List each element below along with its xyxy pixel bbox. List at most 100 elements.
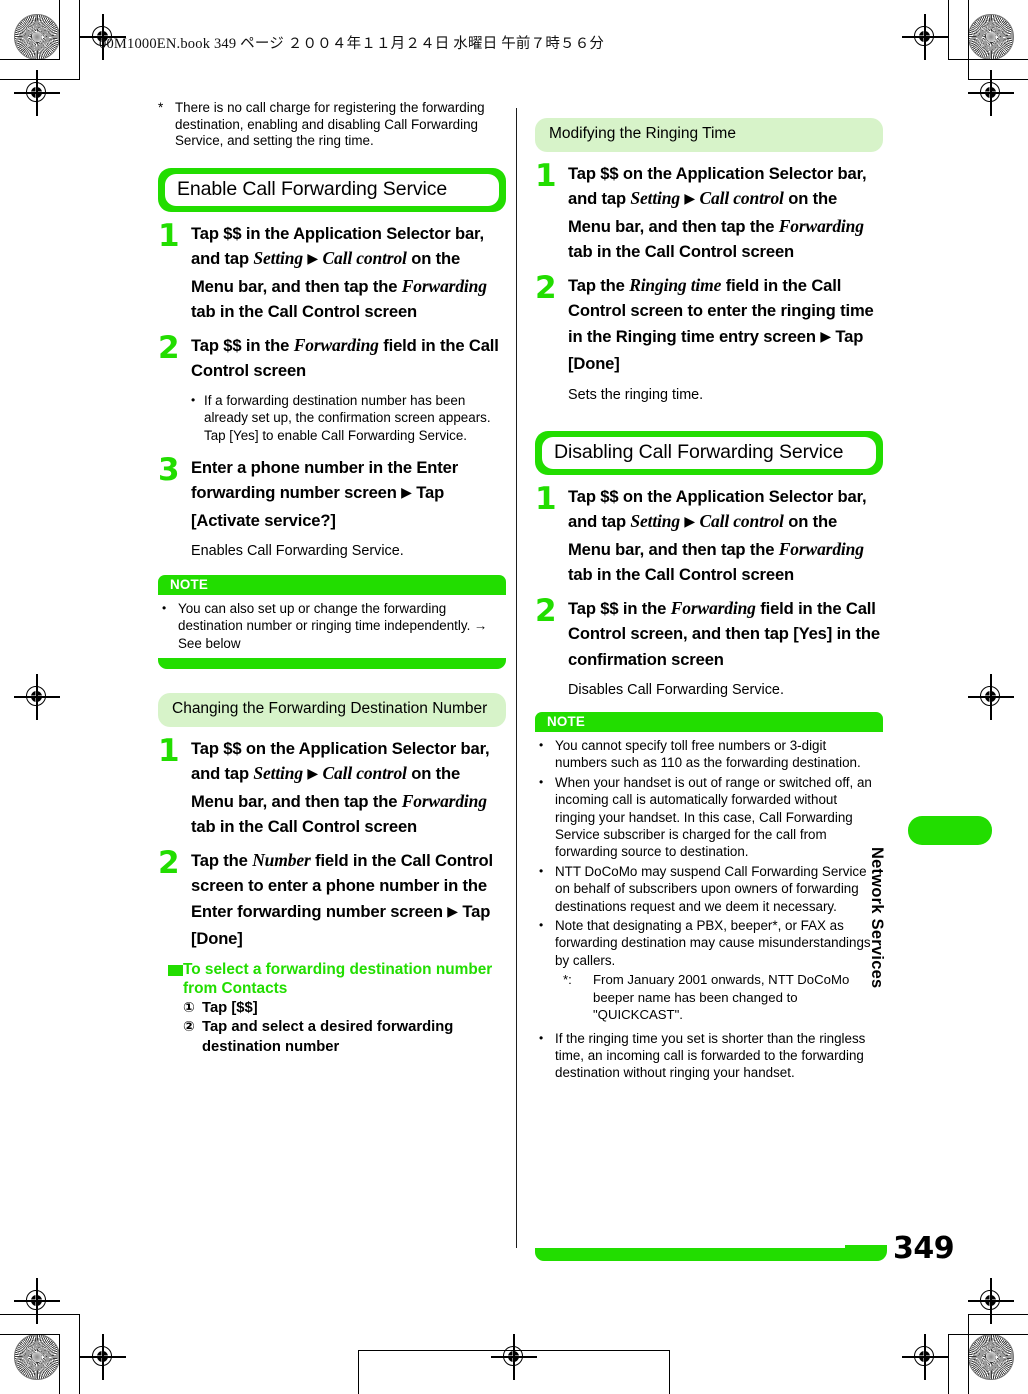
right-column-bottom-bar (535, 1248, 883, 1261)
note-box-title: NOTE (535, 712, 883, 732)
section-heading-disabling-call-forwarding: Disabling Call Forwarding Service (535, 430, 883, 475)
step-text-run: tab in the Call Control screen (191, 817, 418, 837)
note-bullets-primary: • You cannot specify toll free numbers or… (539, 737, 879, 969)
step-bullet-list: • If a forwarding destination number has … (191, 392, 506, 445)
bullet-dot-icon: • (539, 738, 544, 752)
note-box-body: • You can also set up or change the forwa… (158, 595, 506, 659)
arrow-icon: ▶ (820, 328, 831, 345)
bullet-dot-icon: • (191, 392, 196, 407)
step-text: Tap $$ in the Forwarding field in the Ca… (191, 333, 506, 384)
corner-crop-bottom-left-2 (0, 1314, 80, 1394)
subsection-item-text: Tap [$$] (202, 999, 258, 1016)
step-item: 3 Enter a phone number in the Enter forw… (158, 451, 506, 534)
arrow-icon: ▶ (447, 903, 458, 920)
note-sub-note: *: From January 2001 onwards, NTT DoCoMo… (563, 971, 879, 1023)
emphasis-term: Forwarding (401, 275, 487, 296)
emphasis-term: Number (252, 849, 311, 870)
step-text: Tap the Ringing time field in the Call C… (568, 273, 883, 377)
note-bullet-item: • Note that designating a PBX, beeper*, o… (539, 917, 879, 969)
emphasis-term: Setting (630, 511, 680, 531)
registration-mark-middle-left (14, 674, 60, 720)
section-heading-label: Disabling Call Forwarding Service (542, 436, 876, 469)
step-item: 1 Tap $$ on the Application Selector bar… (158, 735, 506, 840)
bullet-dot-icon: • (162, 601, 167, 616)
step-text-run: tab in the Call Control screen (568, 565, 795, 584)
step-item: 1 Tap $$ in the Application Selector bar… (158, 217, 506, 325)
registration-mark-bottom-left (80, 1334, 126, 1380)
subsection-item-text: Tap and select a desired forwarding dest… (202, 1019, 454, 1055)
arrow-icon: ▶ (307, 766, 319, 783)
step-text: Tap $$ on the Application Selector bar, … (191, 736, 506, 840)
bullet-dot-icon: • (539, 863, 544, 878)
step-text: Tap $$ on the Application Selector bar, … (568, 484, 883, 588)
corner-crop-top-right-2 (968, 0, 1028, 80)
subsection-select-from-contacts: To select a forwarding destination numbe… (168, 960, 506, 1058)
step-item: 2 Tap $$ in the Forwarding field in the … (158, 332, 506, 384)
arrow-icon: ▶ (684, 514, 696, 530)
bullet-dot-icon: • (539, 1030, 544, 1045)
step-text-run: tab in the Call Control screen (568, 242, 795, 261)
emphasis-term: Setting (630, 188, 680, 208)
note-bullet-item: • If the ringing time you set is shorter … (539, 1030, 879, 1082)
step-text-run: Tap $$ in the (191, 335, 294, 355)
step-text: Tap $$ in the Forwarding field in the Ca… (568, 596, 883, 673)
arrow-icon: ▶ (684, 191, 696, 207)
step-number: 1 (158, 217, 180, 254)
arrow-icon: ▶ (401, 485, 412, 502)
step-item: 2 Tap the Number field in the Call Contr… (158, 844, 506, 952)
step-number: 1 (535, 157, 557, 194)
note-bullet-item: • You cannot specify toll free numbers or… (539, 737, 879, 772)
step-text-run: Tap the (191, 850, 253, 870)
footnote-call-charge: * There is no call charge for registerin… (158, 100, 506, 150)
left-column: * There is no call charge for registerin… (158, 100, 506, 1057)
side-chapter-title: Network Services (868, 847, 886, 989)
emphasis-term: Forwarding (670, 597, 756, 618)
side-index-tab (908, 816, 992, 845)
subsection-title-label: To select a forwarding destination numbe… (183, 960, 493, 998)
subsection-title: To select a forwarding destination numbe… (168, 960, 506, 999)
note-bullet-text: Note that designating a PBX, beeper*, or… (555, 918, 871, 968)
section-heading-modifying-ringing-time: Modifying the Ringing Time (535, 118, 883, 152)
step-item: 2 Tap $$ in the Forwarding field in the … (535, 592, 883, 673)
corner-crop-bottom-center (358, 1350, 670, 1394)
corner-crop-top-left-2 (0, 0, 80, 80)
step-number: 1 (535, 480, 557, 517)
step-item: 1 Tap $$ on the Application Selector bar… (535, 480, 883, 588)
step-item: 2 Tap the Ringing time field in the Call… (535, 269, 883, 377)
note-bullet-text: NTT DoCoMo may suspend Call Forwarding S… (555, 863, 867, 914)
step-text-run: Tap $$ in the (568, 598, 671, 618)
column-divider (516, 108, 518, 1248)
emphasis-term: Call control (322, 248, 407, 269)
emphasis-term: Call control (322, 763, 407, 784)
note-sub-note-marker: *: (563, 972, 572, 988)
step-item: 1 Tap $$ on the Application Selector bar… (535, 157, 883, 265)
registration-mark-middle-right (968, 674, 1014, 720)
step-text: Tap $$ in the Application Selector bar, … (191, 221, 506, 325)
bullet-dot-icon: • (539, 774, 544, 789)
step-number: 2 (158, 844, 180, 881)
note-bullet-text: If the ringing time you set is shorter t… (555, 1030, 866, 1081)
bullet-dot-icon: • (539, 918, 544, 933)
emphasis-term: Call control (699, 188, 784, 208)
section-heading-changing-forwarding-destination: Changing the Forwarding Destination Numb… (158, 693, 506, 727)
bullet-item: • If a forwarding destination number has … (191, 392, 506, 445)
step-number: 2 (535, 592, 557, 629)
emphasis-term: Forwarding (293, 334, 379, 355)
note-bullet-text: When your handset is out of range or swi… (555, 774, 872, 860)
arrow-icon: ▶ (307, 251, 319, 268)
subsection-item: ① Tap [$$] (183, 999, 506, 1019)
bullet-text: If a forwarding destination number has b… (204, 392, 491, 443)
section-heading-label: Enable Call Forwarding Service (165, 173, 499, 206)
step-number: 2 (535, 269, 557, 306)
step-text: Tap the Number field in the Call Control… (191, 848, 506, 952)
note-box-footer-bar (158, 658, 506, 670)
step-text-run: tab in the Call Control screen (191, 302, 418, 322)
note-bullet-item: • You can also set up or change the forwa… (162, 600, 502, 652)
note-box: NOTE • You cannot specify toll free numbe… (535, 712, 883, 1088)
note-bullet-item: • When your handset is out of range or sw… (539, 774, 879, 861)
emphasis-term: Forwarding (778, 215, 864, 236)
step-number: 3 (158, 451, 180, 488)
registration-mark-bottom-right (902, 1334, 948, 1380)
subsection-item: ② Tap and select a desired forwarding de… (183, 1018, 506, 1057)
green-square-bullet-icon (168, 964, 183, 976)
